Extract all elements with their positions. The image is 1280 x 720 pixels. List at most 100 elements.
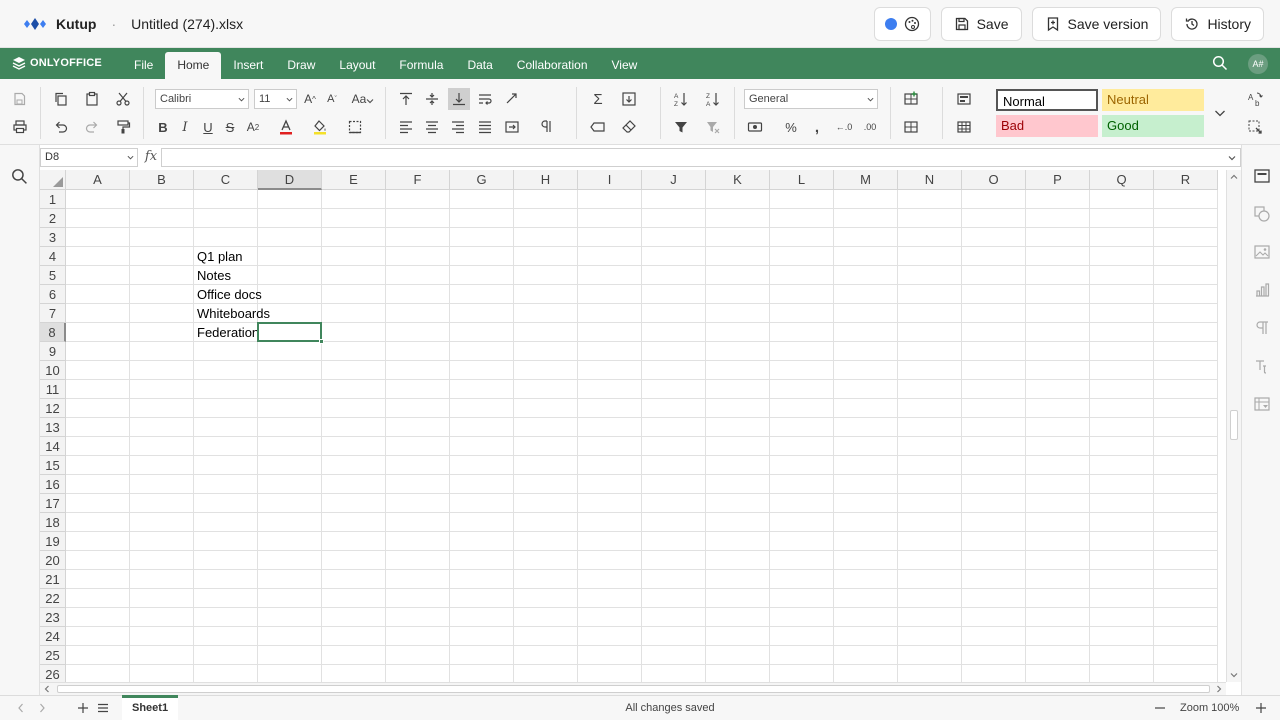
number-format-select[interactable]: General [744,89,878,109]
column-header-f[interactable]: F [386,170,450,190]
cell-c6[interactable]: Office docs [194,285,322,304]
tab-home[interactable]: Home [165,52,222,79]
zoom-level[interactable]: Zoom 100% [1180,702,1239,714]
spreadsheet-grid[interactable]: A B C D E F G H I J K L M N O P Q R 1 2 3 4 5 6 7 8 9 10 11 12 13 14 15 1… [40,170,1226,682]
font-size-select[interactable]: 11 [254,89,297,109]
tab-file[interactable]: File [122,52,165,79]
cell-c8[interactable]: Federation [194,323,258,342]
column-header-h[interactable]: H [514,170,578,190]
row-header-20[interactable]: 20 [40,551,66,570]
vertical-scroll-thumb[interactable] [1230,410,1238,440]
column-header-e[interactable]: E [322,170,386,190]
insert-function-button[interactable]: fx [142,148,160,167]
cut-icon[interactable] [113,89,133,109]
pivot-table-settings-icon[interactable] [1253,395,1271,413]
conditional-formatting-icon[interactable] [954,89,974,109]
underline-icon[interactable]: U [198,117,218,137]
fill-icon[interactable] [619,89,639,109]
autosum-icon[interactable]: Σ [588,89,608,109]
percent-format-icon[interactable]: % [781,117,801,137]
avatar[interactable]: A# [1248,54,1268,74]
styles-expand-button[interactable] [1208,89,1232,137]
history-button[interactable]: History [1171,7,1264,41]
decrease-decimal-icon[interactable]: ←.0 [834,117,854,137]
undo-icon[interactable] [51,117,71,137]
tab-formula[interactable]: Formula [387,52,455,79]
column-header-k[interactable]: K [706,170,770,190]
row-header-24[interactable]: 24 [40,627,66,646]
theme-toggle-button[interactable] [873,7,931,41]
vertical-scrollbar[interactable] [1226,170,1241,682]
strikethrough-icon[interactable]: S [220,117,240,137]
font-name-select[interactable]: Calibri [155,89,249,109]
column-header-j[interactable]: J [642,170,706,190]
row-header-22[interactable]: 22 [40,589,66,608]
chart-settings-icon[interactable] [1253,281,1271,299]
row-header-23[interactable]: 23 [40,608,66,627]
fill-color-icon[interactable] [310,117,330,137]
style-bad[interactable]: Bad [996,115,1098,137]
align-center-icon[interactable] [422,117,442,137]
zoom-out-icon[interactable] [1154,702,1166,714]
name-box[interactable]: D8 [40,148,138,167]
scroll-left-icon[interactable] [43,685,51,693]
row-header-3[interactable]: 3 [40,228,66,247]
search-icon[interactable] [11,168,28,185]
column-header-r[interactable]: R [1154,170,1218,190]
column-header-m[interactable]: M [834,170,898,190]
column-header-a[interactable]: A [66,170,130,190]
row-header-19[interactable]: 19 [40,532,66,551]
row-header-12[interactable]: 12 [40,399,66,418]
row-header-8[interactable]: 8 [40,323,66,342]
replace-icon[interactable]: Ab [1245,89,1265,109]
cell-c5[interactable]: Notes [194,266,322,285]
row-header-5[interactable]: 5 [40,266,66,285]
scroll-down-icon[interactable] [1230,671,1238,679]
save-button[interactable]: Save [940,7,1022,41]
column-header-g[interactable]: G [450,170,514,190]
align-top-icon[interactable] [396,89,416,109]
align-middle-icon[interactable] [422,89,442,109]
format-painter-icon[interactable] [113,117,133,137]
tab-collaboration[interactable]: Collaboration [505,52,600,79]
tab-draw[interactable]: Draw [275,52,327,79]
style-neutral[interactable]: Neutral [1102,89,1204,111]
row-header-25[interactable]: 25 [40,646,66,665]
formula-input[interactable] [161,148,1241,167]
text-art-settings-icon[interactable] [1253,357,1271,375]
format-as-table-icon[interactable] [954,117,974,137]
tab-insert[interactable]: Insert [221,52,275,79]
print-icon[interactable] [10,117,30,137]
row-header-2[interactable]: 2 [40,209,66,228]
text-orientation-icon[interactable] [502,89,522,109]
scroll-up-icon[interactable] [1230,173,1238,181]
selected-cell-outline[interactable] [257,322,322,342]
scroll-right-icon[interactable] [1215,685,1223,693]
row-header-1[interactable]: 1 [40,190,66,209]
style-good[interactable]: Good [1102,115,1204,137]
align-bottom-icon[interactable] [448,88,470,110]
align-left-icon[interactable] [396,117,416,137]
chevron-down-icon[interactable] [1228,154,1236,162]
italic-icon[interactable]: I [175,117,195,137]
row-header-26[interactable]: 26 [40,665,66,682]
decrease-font-icon[interactable]: Aˇ [322,89,342,109]
document-title[interactable]: Untitled (274).xlsx [131,16,243,32]
save-copy-icon[interactable] [10,89,30,109]
clear-icon[interactable] [619,117,639,137]
column-header-c[interactable]: C [194,170,258,190]
sort-descending-icon[interactable]: ZA [703,89,723,109]
row-header-10[interactable]: 10 [40,361,66,380]
row-header-11[interactable]: 11 [40,380,66,399]
column-header-b[interactable]: B [130,170,194,190]
merge-cells-icon[interactable] [502,117,522,137]
column-header-l[interactable]: L [770,170,834,190]
paragraph-direction-icon[interactable] [536,117,556,137]
horizontal-scroll-thumb[interactable] [57,685,1210,693]
cell-c7[interactable]: Whiteboards [194,304,322,323]
clear-filter-icon[interactable] [703,117,723,137]
borders-icon[interactable] [345,117,365,137]
paragraph-settings-icon[interactable] [1253,319,1271,337]
select-all-icon[interactable] [1245,117,1265,137]
row-header-13[interactable]: 13 [40,418,66,437]
